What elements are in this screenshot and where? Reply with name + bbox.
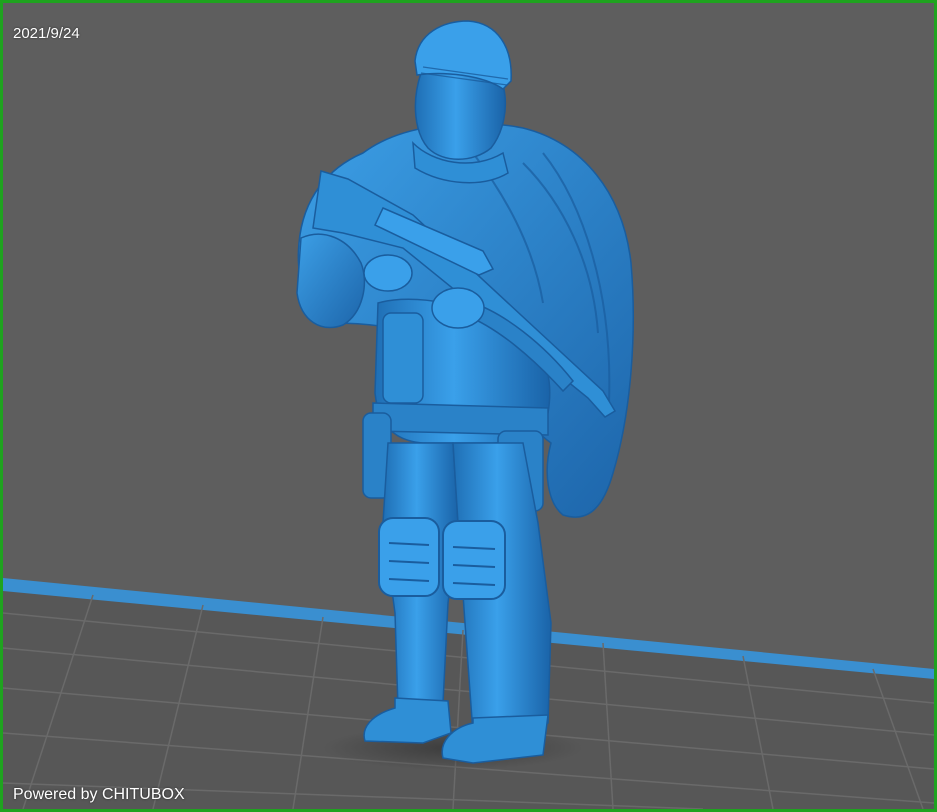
belt [372, 402, 549, 436]
powered-by-watermark: Powered by CHITUBOX [13, 786, 185, 803]
right-hand [431, 287, 485, 329]
scene-canvas[interactable] [3, 3, 934, 809]
3d-viewport[interactable]: 2021/9/24 Powered by CHITUBOX [0, 0, 937, 812]
left-knee-pad [378, 517, 440, 597]
left-hand [363, 254, 413, 292]
right-knee-pad [442, 520, 506, 600]
date-stamp: 2021/9/24 [13, 25, 80, 42]
mag-pouch [382, 312, 424, 404]
